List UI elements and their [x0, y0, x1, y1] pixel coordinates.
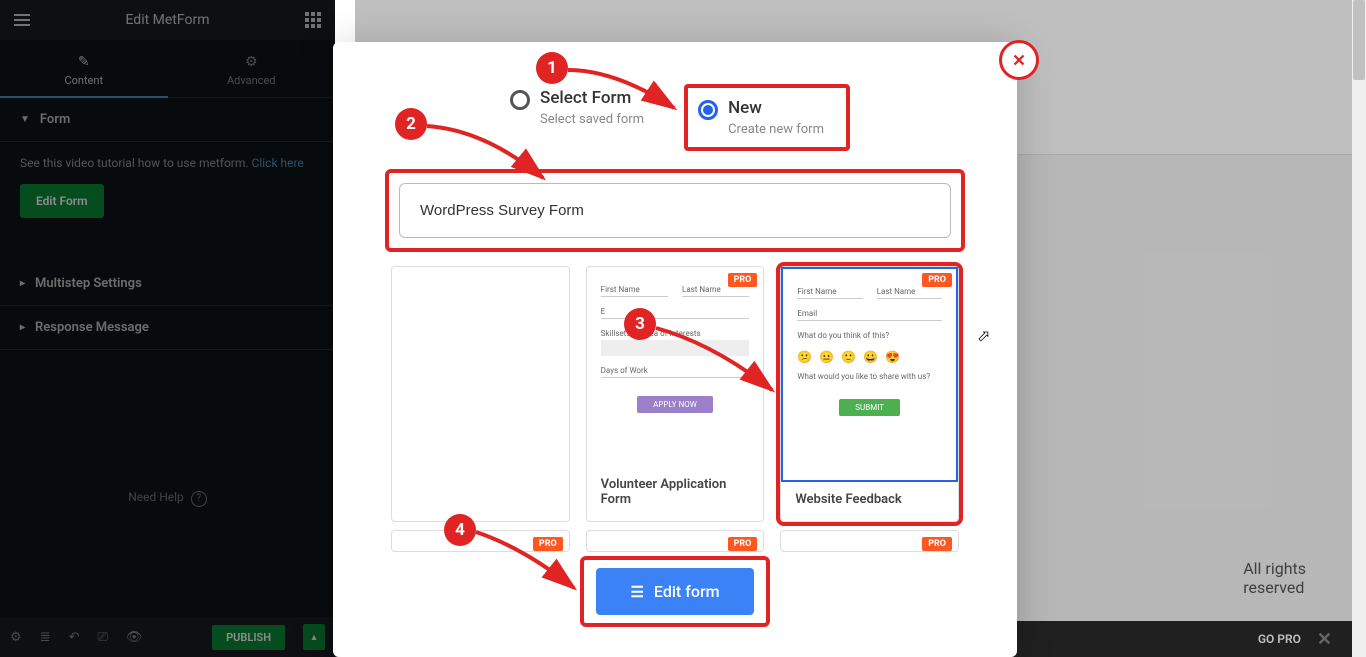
emoji-row: 😕 😐 🙂 😀 😍: [797, 350, 942, 364]
radio-checked-icon: [698, 100, 718, 120]
template-item[interactable]: PRO: [586, 530, 765, 552]
preview-field: Last Name: [877, 287, 942, 299]
modal-close-button[interactable]: [999, 40, 1039, 80]
form-icon: ☰: [630, 583, 643, 601]
radio-unchecked-icon: [510, 90, 530, 110]
template-blank[interactable]: [391, 266, 570, 522]
cursor-icon: ⬀: [977, 326, 990, 345]
edit-form-submit-button[interactable]: ☰ Edit form: [596, 568, 753, 615]
new-form-sub: Create new form: [728, 122, 824, 137]
pro-badge: PRO: [728, 537, 758, 551]
template-item[interactable]: PRO: [780, 530, 959, 552]
edit-form-label: Edit form: [654, 582, 720, 601]
template-name: Website Feedback: [781, 482, 958, 521]
pro-badge: PRO: [728, 273, 758, 287]
annotation-badge: 3: [624, 308, 656, 340]
preview-field: E: [601, 307, 750, 319]
preview-button: SUBMIT: [839, 399, 900, 416]
new-form-label: New: [728, 98, 824, 118]
annotation-badge: 1: [536, 52, 568, 84]
preview-field: First Name: [601, 285, 668, 297]
preview-field: What would you like to share with us?: [797, 372, 942, 381]
arrow-icon: [566, 66, 686, 116]
arrow-icon: [474, 528, 584, 598]
pro-badge: PRO: [922, 273, 952, 287]
dark-overlay: [0, 0, 335, 657]
arrow-icon: [425, 122, 555, 187]
annotation-badge: 2: [395, 108, 427, 140]
preview-field: What do you think of this?: [797, 331, 942, 340]
new-form-option[interactable]: New Create new form: [684, 84, 850, 151]
template-preview: [392, 267, 569, 521]
annotation-badge: 4: [444, 514, 476, 546]
template-name: Volunteer Application Form: [587, 467, 764, 521]
scrollbar-thumb[interactable]: [1353, 0, 1365, 80]
preview-field: Email: [797, 309, 942, 321]
template-list-row2: PRO PRO PRO: [333, 522, 1017, 552]
form-name-input[interactable]: [399, 183, 951, 238]
edit-form-wrap: ☰ Edit form: [580, 556, 769, 627]
template-preview: First Name Last Name Email What do you th…: [781, 267, 958, 482]
elementor-panel: Edit MetForm ✎Content ⚙Advanced ▼Form Se…: [0, 0, 335, 657]
arrow-icon: [654, 324, 784, 399]
template-website-feedback[interactable]: PRO First Name Last Name Email What do yo…: [780, 266, 959, 522]
scrollbar[interactable]: [1352, 0, 1366, 657]
pro-badge: PRO: [922, 537, 952, 551]
preview-field: First Name: [797, 287, 862, 299]
